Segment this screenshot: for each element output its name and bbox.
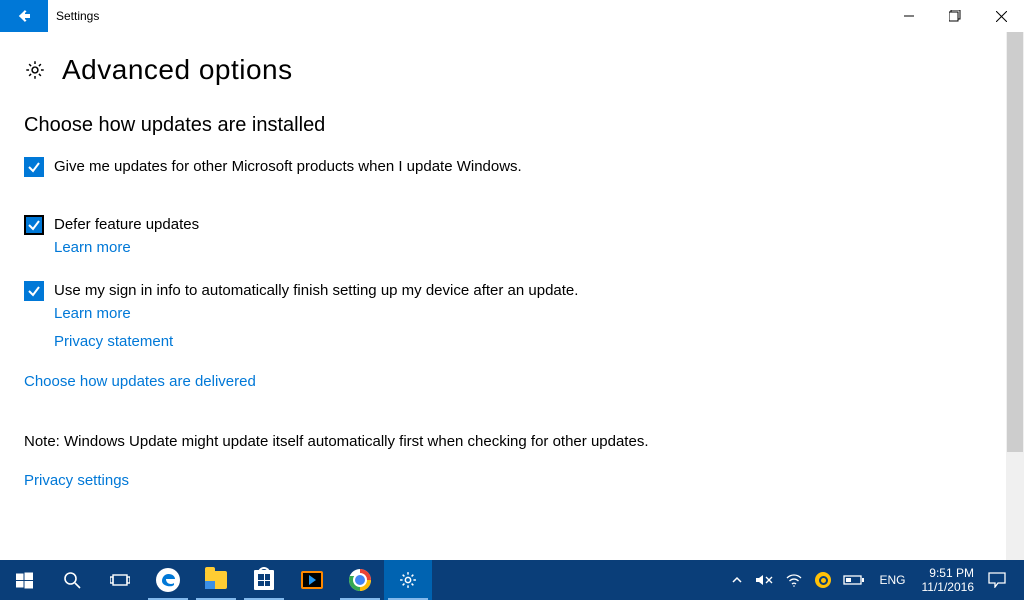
minimize-icon [904,11,914,21]
close-icon [996,11,1007,22]
page-title: Advanced options [62,54,293,86]
window-titlebar: Settings [0,0,1024,32]
gear-icon [398,570,418,590]
vertical-scrollbar[interactable] [1006,32,1024,560]
link-learn-more-defer[interactable]: Learn more [54,239,131,256]
action-center-icon [988,572,1006,588]
taskbar-app-store[interactable] [240,560,288,600]
tray-cortana-button[interactable] [809,572,837,588]
tray-wifi-button[interactable] [779,573,809,587]
arrow-left-icon [16,8,32,24]
tray-battery-button[interactable] [837,574,871,586]
windows-icon [16,572,33,589]
task-view-button[interactable] [96,560,144,600]
link-privacy-statement[interactable]: Privacy statement [54,333,173,350]
wifi-icon [785,573,803,587]
link-privacy-settings[interactable]: Privacy settings [24,472,129,489]
back-button[interactable] [0,0,48,32]
minimize-button[interactable] [886,0,932,32]
folder-icon [205,571,227,589]
taskbar-app-explorer[interactable] [192,560,240,600]
link-choose-delivered[interactable]: Choose how updates are delivered [24,373,256,390]
taskbar-app-edge[interactable] [144,560,192,600]
scrollbar-thumb[interactable] [1007,32,1023,452]
checkbox-defer-updates[interactable] [24,215,44,235]
tray-language-button[interactable]: ENG [871,573,913,587]
media-player-icon [301,571,323,589]
edge-icon [156,568,180,592]
store-icon [254,570,274,590]
taskbar-app-media[interactable] [288,560,336,600]
cortana-icon [815,572,831,588]
maximize-button[interactable] [932,0,978,32]
system-tray: ENG 9:51 PM 11/1/2016 [725,560,1024,600]
window-title: Settings [48,0,99,32]
battery-icon [843,574,865,586]
section-title: Choose how updates are installed [24,114,982,137]
checkmark-icon [27,218,41,232]
checkmark-icon [27,284,41,298]
checkmark-icon [27,160,41,174]
tray-clock[interactable]: 9:51 PM 11/1/2016 [914,566,983,594]
taskbar-app-settings[interactable] [384,560,432,600]
tray-volume-button[interactable] [749,573,779,587]
task-view-icon [110,572,130,588]
label-signin-info: Use my sign in info to automatically fin… [54,281,578,301]
search-button[interactable] [48,560,96,600]
gear-icon [24,59,46,81]
clock-date: 11/1/2016 [922,580,975,594]
start-button[interactable] [0,560,48,600]
tray-action-center-button[interactable] [982,572,1012,588]
search-icon [63,571,81,589]
taskbar-app-chrome[interactable] [336,560,384,600]
close-button[interactable] [978,0,1024,32]
taskbar: ENG 9:51 PM 11/1/2016 [0,560,1024,600]
label-other-products: Give me updates for other Microsoft prod… [54,157,522,177]
checkbox-signin-info[interactable] [24,281,44,301]
settings-content: Advanced options Choose how updates are … [0,32,1006,560]
volume-mute-icon [755,573,773,587]
note-text: Note: Windows Update might update itself… [24,433,982,450]
clock-time: 9:51 PM [922,566,975,580]
checkbox-other-products[interactable] [24,157,44,177]
link-learn-more-signin[interactable]: Learn more [54,305,131,322]
label-defer-updates: Defer feature updates [54,215,199,235]
chevron-up-icon [731,574,743,586]
maximize-icon [949,10,961,22]
tray-overflow-button[interactable] [725,574,749,586]
chrome-icon [349,569,371,591]
